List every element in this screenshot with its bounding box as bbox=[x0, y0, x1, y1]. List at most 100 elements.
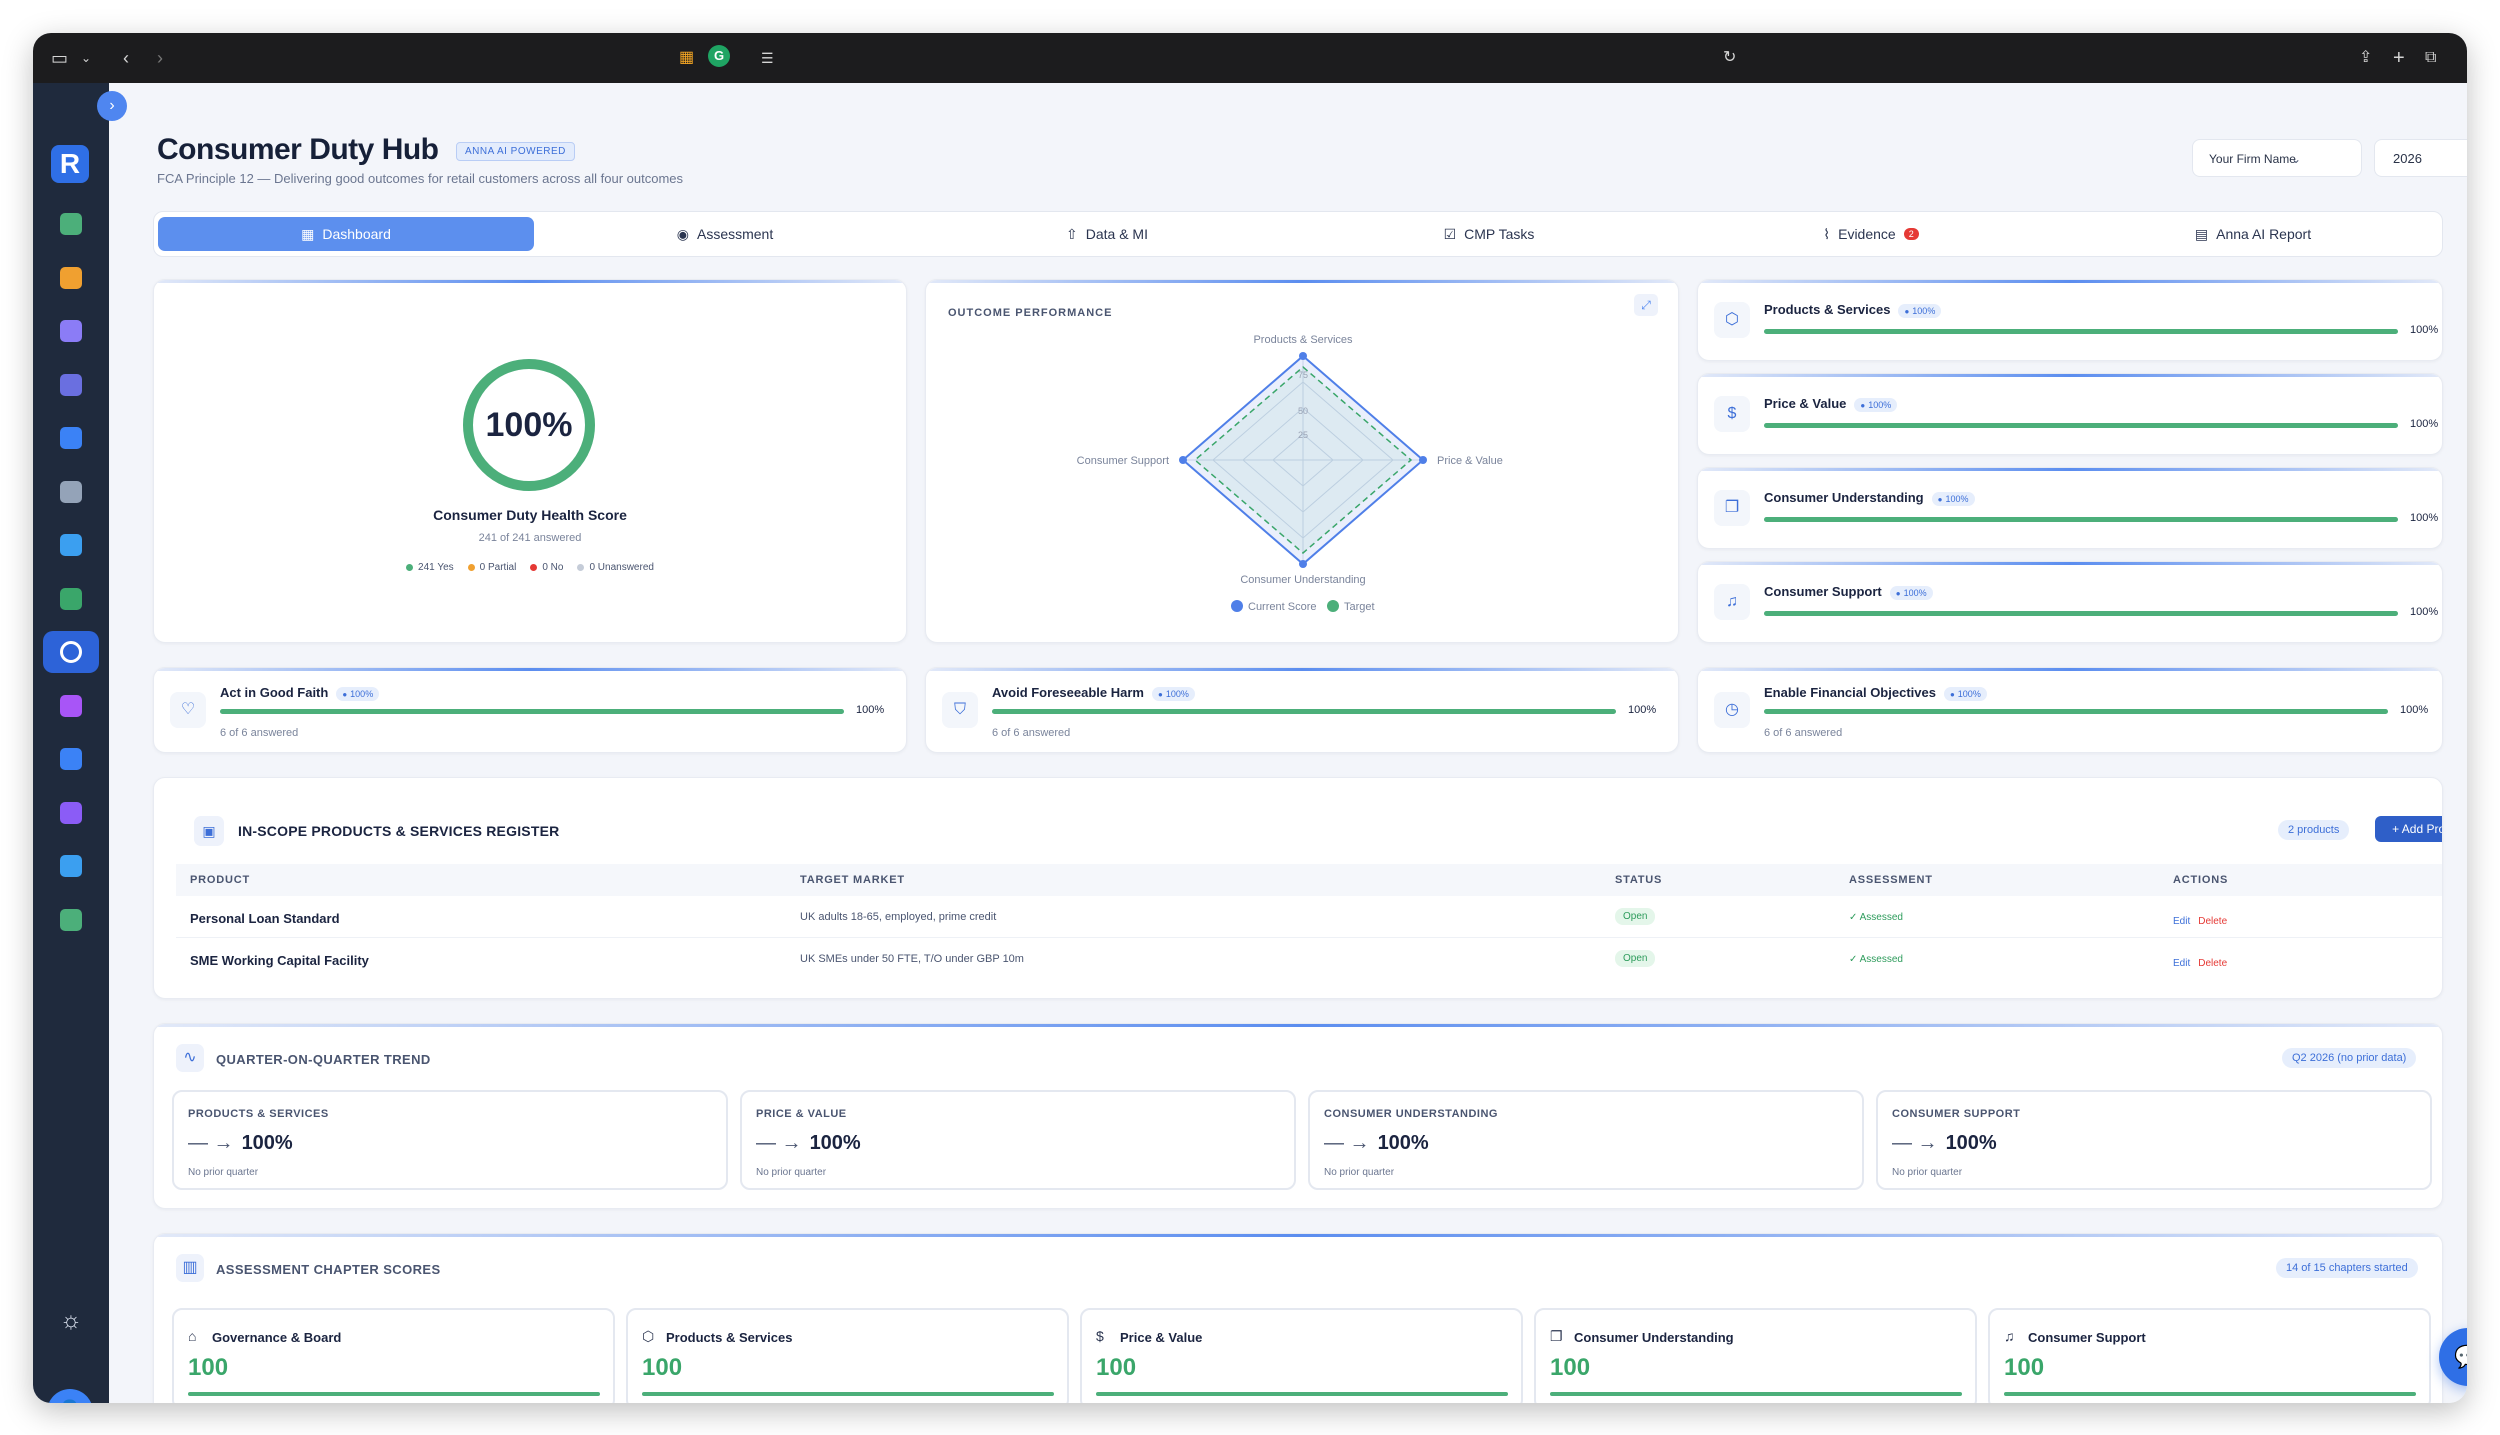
chapter-card-governance[interactable]: ⌂ Governance & Board 100 bbox=[172, 1308, 615, 1403]
assessment-status: ✓ Assessed bbox=[1849, 954, 1903, 965]
nav-message[interactable] bbox=[43, 899, 99, 941]
outcome-radar-chart: 75 50 25 Products & Services Price & Val… bbox=[1077, 334, 1503, 613]
user-avatar[interactable]: 👤 bbox=[47, 1389, 93, 1403]
delete-link[interactable]: Delete bbox=[2198, 958, 2227, 969]
nav-message-icon bbox=[60, 908, 82, 931]
app-logo[interactable]: R bbox=[51, 145, 89, 183]
chapter-card-support[interactable]: ♫ Consumer Support 100 bbox=[1988, 1308, 2431, 1403]
edit-link[interactable]: Edit bbox=[2173, 958, 2190, 969]
outcome-progress bbox=[1764, 329, 2398, 334]
nav-edit-icon bbox=[60, 855, 82, 877]
chapter-scores-card: ▥ ASSESSMENT CHAPTER SCORES 14 of 15 cha… bbox=[153, 1233, 2443, 1403]
year-select[interactable]: 2026 ⌄ bbox=[2374, 139, 2467, 177]
bell-icon: ♫ bbox=[2004, 1328, 2015, 1344]
tab-dashboard[interactable]: ▦ Dashboard bbox=[158, 217, 534, 251]
nav-monitor-icon bbox=[60, 534, 82, 556]
chat-button[interactable]: 💬 bbox=[2439, 1328, 2467, 1386]
principle-progress bbox=[992, 709, 1616, 714]
nav-consumer-duty[interactable] bbox=[43, 631, 99, 673]
edit-link[interactable]: Edit bbox=[2173, 916, 2190, 927]
nav-monitor[interactable] bbox=[43, 524, 99, 566]
tab-assessment[interactable]: ◉ Assessment bbox=[534, 217, 916, 251]
trend-label: PRICE & VALUE bbox=[756, 1108, 847, 1120]
nav-lock[interactable] bbox=[43, 738, 99, 780]
chat-icon: 💬 bbox=[2454, 1344, 2467, 1369]
radar-point-understanding bbox=[1299, 560, 1307, 568]
outcome-card-products[interactable]: ⬡ Products & Services100% 100% bbox=[1697, 279, 2443, 361]
outcome-pill: 100% bbox=[1889, 585, 1933, 600]
status-badge: Open bbox=[1615, 908, 1656, 925]
principle-pill: 100% bbox=[1943, 686, 1987, 701]
legend-current-swatch bbox=[1231, 600, 1243, 612]
outcome-pill: 100% bbox=[1854, 397, 1898, 412]
grammarly-icon[interactable]: G bbox=[708, 45, 730, 67]
chapter-card-understanding[interactable]: ❐ Consumer Understanding 100 bbox=[1534, 1308, 1977, 1403]
outcome-title: Products & Services100% bbox=[1764, 302, 1942, 318]
nav-chart-icon bbox=[60, 427, 82, 449]
legend-partial: 0 Partial bbox=[467, 562, 516, 573]
share-icon[interactable]: ⇪ bbox=[2359, 47, 2372, 69]
sidebar-toggle-icon[interactable]: ▭ bbox=[51, 47, 68, 69]
outcome-progress bbox=[1764, 611, 2398, 616]
add-product-button[interactable]: + Add Product bbox=[2375, 816, 2442, 842]
sidebar-collapse-button[interactable]: › bbox=[97, 91, 127, 121]
principle-title: Avoid Foreseeable Harm100% bbox=[992, 685, 1195, 701]
principle-percent: 100% bbox=[2400, 704, 2429, 716]
theme-toggle-icon[interactable]: ☼ bbox=[55, 1305, 87, 1337]
nav-save[interactable] bbox=[43, 685, 99, 727]
back-icon[interactable]: ‹ bbox=[123, 47, 129, 69]
tab-evidence[interactable]: ⌇ Evidence 2 bbox=[1680, 217, 2062, 251]
book-icon: ❐ bbox=[1714, 490, 1750, 526]
chapter-card-price[interactable]: $ Price & Value 100 bbox=[1080, 1308, 1523, 1403]
tab-anna-ai-report[interactable]: ▤ Anna AI Report bbox=[2062, 217, 2444, 251]
trend-card-products: PRODUCTS & SERVICES — → 100% No prior qua… bbox=[172, 1090, 728, 1190]
trend-card-price: PRICE & VALUE — → 100% No prior quarter bbox=[740, 1090, 1296, 1190]
principle-card-good-faith[interactable]: ♡ Act in Good Faith100% 100% 6 of 6 answ… bbox=[153, 667, 907, 753]
tab-cmp-tasks[interactable]: ☑ CMP Tasks bbox=[1298, 217, 1680, 251]
radar-point-support bbox=[1179, 456, 1187, 464]
grid-icon: ▦ bbox=[301, 225, 315, 242]
legend-yes: 241 Yes bbox=[406, 562, 454, 573]
chevron-down-icon[interactable]: ⌄ bbox=[81, 47, 91, 69]
product-name: SME Working Capital Facility bbox=[190, 953, 369, 968]
building-icon: ⌂ bbox=[188, 1328, 197, 1344]
nav-shield-check[interactable] bbox=[43, 578, 99, 620]
sidebar: R ☼ 👤 bbox=[33, 83, 109, 1403]
nav-checklist-icon bbox=[60, 213, 82, 235]
delete-link[interactable]: Delete bbox=[2198, 916, 2227, 927]
nav-building[interactable] bbox=[43, 257, 99, 299]
outcome-pill: 100% bbox=[1898, 303, 1942, 318]
firm-select[interactable]: Your Firm Name ⌄ bbox=[2192, 139, 2362, 177]
outcome-card-price[interactable]: $ Price & Value100% 100% bbox=[1697, 373, 2443, 455]
reader-icon[interactable]: ☰ bbox=[761, 47, 774, 69]
outcome-title: Consumer Support100% bbox=[1764, 584, 1933, 600]
forward-icon[interactable]: › bbox=[157, 47, 163, 69]
outcome-card-understanding[interactable]: ❐ Consumer Understanding100% 100% bbox=[1697, 467, 2443, 549]
principle-answered: 6 of 6 answered bbox=[992, 727, 1071, 739]
tab-label: Data & MI bbox=[1085, 226, 1148, 242]
tabs-overview-icon[interactable]: ⧉ bbox=[2425, 47, 2436, 69]
nav-chart[interactable] bbox=[43, 417, 99, 459]
column-header: TARGET MARKET bbox=[800, 874, 905, 886]
outcome-card-support[interactable]: ♫ Consumer Support100% 100% bbox=[1697, 561, 2443, 643]
new-tab-icon[interactable]: + bbox=[2393, 47, 2405, 69]
tab-data-mi[interactable]: ⇧ Data & MI bbox=[916, 217, 1298, 251]
nav-checklist[interactable] bbox=[43, 203, 99, 245]
principle-card-foreseeable-harm[interactable]: ⛉ Avoid Foreseeable Harm100% 100% 6 of 6… bbox=[925, 667, 1679, 753]
chapter-card-products[interactable]: ⬡ Products & Services 100 bbox=[626, 1308, 1069, 1403]
chapter-score-bar bbox=[642, 1392, 1054, 1396]
nav-shield[interactable] bbox=[43, 364, 99, 406]
progress-fill bbox=[1764, 329, 2398, 334]
trend-label: CONSUMER UNDERSTANDING bbox=[1324, 1108, 1498, 1120]
trend-period-badge: Q2 2026 (no prior data) bbox=[2282, 1048, 2417, 1068]
principle-card-financial-objectives[interactable]: ◷ Enable Financial Objectives100% 100% 6… bbox=[1697, 667, 2443, 753]
nav-list[interactable] bbox=[43, 792, 99, 834]
target-market: UK SMEs under 50 FTE, T/O under GBP 10m bbox=[800, 953, 1024, 965]
apps-grid-icon[interactable]: ▦ bbox=[679, 47, 694, 69]
chapter-score: 100 bbox=[188, 1354, 229, 1381]
nav-people[interactable] bbox=[43, 310, 99, 352]
reload-icon[interactable]: ↻ bbox=[1723, 47, 1736, 69]
nav-edit[interactable] bbox=[43, 845, 99, 887]
trend-card-understanding: CONSUMER UNDERSTANDING — → 100% No prior … bbox=[1308, 1090, 1864, 1190]
nav-news[interactable] bbox=[43, 471, 99, 513]
